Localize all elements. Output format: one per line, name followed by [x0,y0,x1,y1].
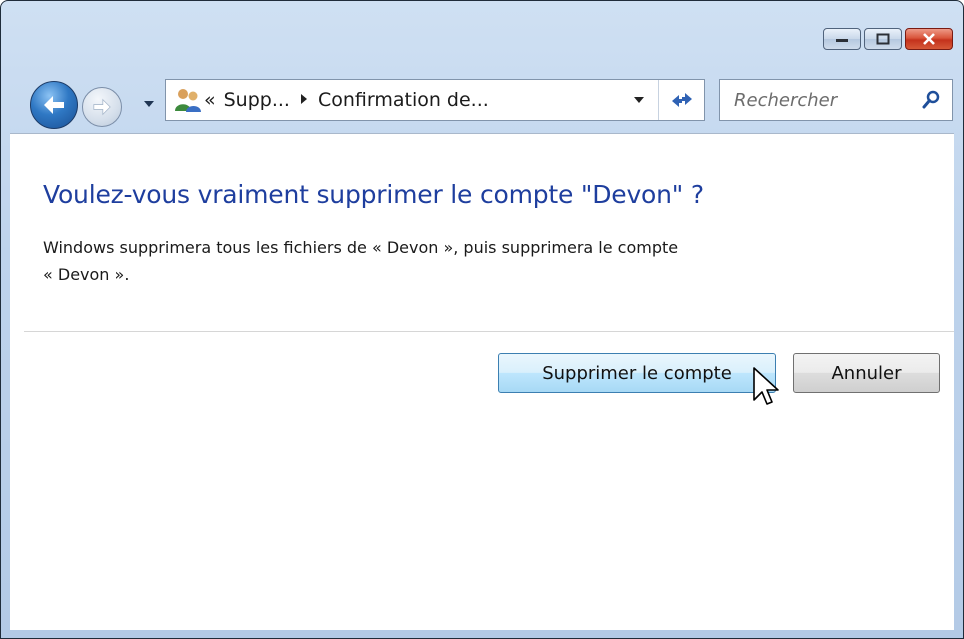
control-panel-window: « Supp... Confirmation de... Rechercher [0,0,964,639]
back-arrow-icon [44,96,64,114]
minimize-button[interactable] [823,28,861,50]
forward-button[interactable] [82,87,122,127]
breadcrumb-item[interactable]: Supp... [224,89,290,111]
confirmation-message: Windows supprimera tous les fichiers de … [43,234,903,288]
maximize-icon [876,33,890,45]
forward-arrow-icon [93,98,111,116]
address-dropdown[interactable] [620,80,658,120]
message-line: Windows supprimera tous les fichiers de … [43,238,679,257]
breadcrumb: « Supp... Confirmation de... [204,89,489,111]
maximize-button[interactable] [864,28,902,50]
chevron-down-icon [634,97,644,103]
refresh-icon [672,93,692,107]
message-line: « Devon ». [43,265,130,284]
close-button[interactable] [905,28,953,50]
close-icon [923,33,935,45]
back-button[interactable] [30,81,78,129]
search-box[interactable]: Rechercher [719,79,953,121]
page-title: Voulez-vous vraiment supprimer le compte… [43,180,704,209]
refresh-button[interactable] [658,80,705,120]
user-accounts-icon [172,85,204,115]
breadcrumb-item[interactable]: Confirmation de... [318,89,489,111]
search-input[interactable]: Rechercher [734,90,916,111]
chevron-down-icon [144,101,154,107]
minimize-icon [836,39,848,42]
divider [24,331,954,332]
mouse-cursor-icon [753,367,779,405]
title-bar[interactable] [1,1,963,63]
breadcrumb-arrow-icon[interactable] [300,93,308,108]
address-bar[interactable]: « Supp... Confirmation de... [165,79,705,121]
delete-account-button[interactable]: Supprimer le compte [498,353,776,393]
cancel-button[interactable]: Annuler [793,353,940,393]
recent-pages-dropdown[interactable] [143,98,155,110]
caption-buttons [823,28,953,50]
search-icon[interactable] [916,85,946,115]
breadcrumb-overflow[interactable]: « [204,89,216,111]
content-pane: Voulez-vous vraiment supprimer le compte… [10,133,954,630]
